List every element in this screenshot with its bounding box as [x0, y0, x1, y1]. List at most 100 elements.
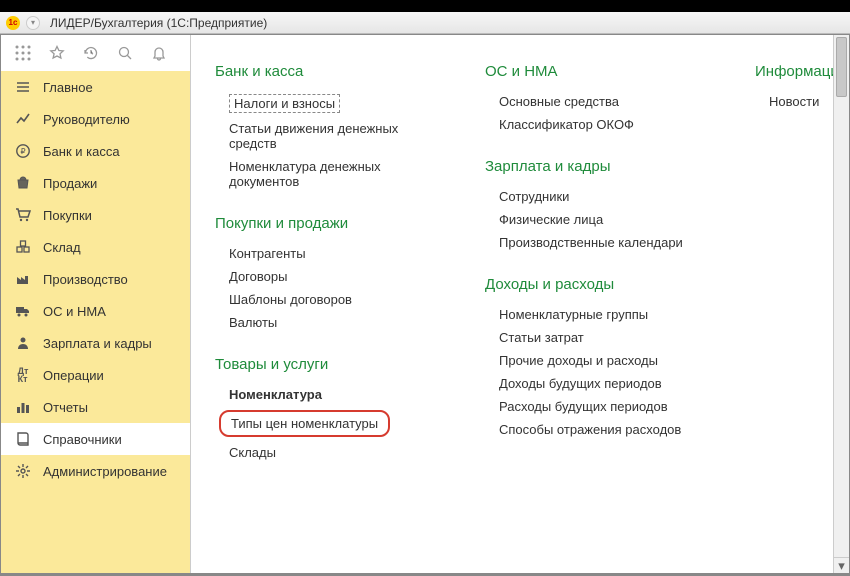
link-list: Номенклатурные группы Статьи затрат Проч…: [485, 303, 715, 441]
sidebar-item-purchases[interactable]: Покупки: [1, 199, 190, 231]
link-warehouses[interactable]: Склады: [229, 441, 445, 464]
link-contract-templates[interactable]: Шаблоны договоров: [229, 288, 445, 311]
link-nomenclature[interactable]: Номенклатура: [229, 383, 445, 406]
search-icon[interactable]: [117, 45, 133, 61]
sidebar-item-admin[interactable]: Администрирование: [1, 455, 190, 487]
main-content: Банк и касса Налоги и взносы Статьи движ…: [191, 35, 833, 573]
menu-icon: [15, 79, 31, 95]
window-titlebar: 1c ▾ ЛИДЕР/Бухгалтерия (1С:Предприятие): [0, 12, 850, 34]
link-taxes[interactable]: Налоги и взносы: [229, 90, 445, 117]
link-list: Налоги и взносы Статьи движения денежных…: [215, 90, 445, 193]
star-icon[interactable]: [49, 45, 65, 61]
nav-list: Главное Руководителю ₽ Банк и касса Прод…: [1, 71, 190, 573]
book-icon: [15, 431, 31, 447]
column-1: Банк и касса Налоги и взносы Статьи движ…: [215, 59, 445, 549]
scrollbar-arrow-down-icon[interactable]: ▾: [834, 557, 849, 573]
link-individuals[interactable]: Физические лица: [499, 208, 715, 231]
sidebar-item-operations[interactable]: ДтКт Операции: [1, 359, 190, 391]
link-deferred-income[interactable]: Доходы будущих периодов: [499, 372, 715, 395]
sidebar-item-warehouse[interactable]: Склад: [1, 231, 190, 263]
link-cash-doc-nomenclature[interactable]: Номенклатура денежных документов: [229, 155, 445, 193]
link-price-types[interactable]: Типы цен номенклатуры: [229, 406, 445, 441]
section-title-info: Информация: [755, 63, 833, 80]
sidebar-item-label: Продажи: [43, 176, 97, 191]
link-list: Основные средства Классификатор ОКОФ: [485, 90, 715, 136]
section-title-goods: Товары и услуги: [215, 356, 445, 373]
link-currencies[interactable]: Валюты: [229, 311, 445, 334]
link-contracts[interactable]: Договоры: [229, 265, 445, 288]
link-deferred-expense[interactable]: Расходы будущих периодов: [499, 395, 715, 418]
section-title-purchase-sales: Покупки и продажи: [215, 215, 445, 232]
link-list: Новости: [755, 90, 833, 113]
bars-icon: [15, 399, 31, 415]
sidebar-item-sales[interactable]: Продажи: [1, 167, 190, 199]
link-list: Сотрудники Физические лица Производствен…: [485, 185, 715, 254]
link-nomenclature-groups[interactable]: Номенклатурные группы: [499, 303, 715, 326]
window-title: ЛИДЕР/Бухгалтерия (1С:Предприятие): [50, 16, 267, 30]
link-other-income-expense[interactable]: Прочие доходы и расходы: [499, 349, 715, 372]
person-icon: [15, 335, 31, 351]
sidebar-item-label: Администрирование: [43, 464, 167, 479]
link-employees[interactable]: Сотрудники: [499, 185, 715, 208]
toolbar-top: [1, 35, 190, 71]
sidebar-item-salary[interactable]: Зарплата и кадры: [1, 327, 190, 359]
section-title-income-expense: Доходы и расходы: [485, 276, 715, 293]
truck-icon: [15, 303, 31, 319]
link-list: Контрагенты Договоры Шаблоны договоров В…: [215, 242, 445, 334]
bell-icon[interactable]: [151, 45, 167, 61]
link-expense-allocation[interactable]: Способы отражения расходов: [499, 418, 715, 441]
app-body: Главное Руководителю ₽ Банк и касса Прод…: [0, 34, 850, 574]
sidebar-item-reports[interactable]: Отчеты: [1, 391, 190, 423]
boxes-icon: [15, 239, 31, 255]
factory-icon: [15, 271, 31, 287]
history-icon[interactable]: [83, 45, 99, 61]
sidebar-item-directories[interactable]: Справочники: [1, 423, 190, 455]
browser-topbar: [0, 0, 850, 12]
bag-icon: [15, 175, 31, 191]
sidebar-item-label: Операции: [43, 368, 104, 383]
link-label: Типы цен номенклатуры: [231, 416, 378, 431]
scrollbar-thumb[interactable]: [836, 37, 847, 97]
section-title-salary: Зарплата и кадры: [485, 158, 715, 175]
link-okof[interactable]: Классификатор ОКОФ: [499, 113, 715, 136]
debit-credit-icon: ДтКт: [15, 367, 31, 383]
sidebar-item-assets[interactable]: ОС и НМА: [1, 295, 190, 327]
logo-1c-icon: 1c: [6, 16, 20, 30]
sidebar-item-manager[interactable]: Руководителю: [1, 103, 190, 135]
sidebar-item-main[interactable]: Главное: [1, 71, 190, 103]
sidebar-item-label: ОС и НМА: [43, 304, 106, 319]
sidebar-item-label: Отчеты: [43, 400, 88, 415]
sidebar-item-label: Зарплата и кадры: [43, 336, 152, 351]
scrollbar-vertical[interactable]: ▾: [833, 35, 849, 573]
section-title-bank: Банк и касса: [215, 63, 445, 80]
column-2: ОС и НМА Основные средства Классификатор…: [485, 59, 715, 549]
sidebar-item-label: Руководителю: [43, 112, 130, 127]
highlight-box: Типы цен номенклатуры: [219, 410, 390, 437]
cart-icon: [15, 207, 31, 223]
sidebar-item-production[interactable]: Производство: [1, 263, 190, 295]
link-calendars[interactable]: Производственные календари: [499, 231, 715, 254]
sidebar: Главное Руководителю ₽ Банк и касса Прод…: [1, 35, 191, 573]
column-3: Информация Новости: [755, 59, 833, 549]
chart-up-icon: [15, 111, 31, 127]
sidebar-item-label: Покупки: [43, 208, 92, 223]
link-label: Налоги и взносы: [229, 94, 340, 113]
sidebar-item-label: Справочники: [43, 432, 122, 447]
ruble-icon: ₽: [15, 143, 31, 159]
link-label: Номенклатура: [229, 387, 322, 402]
link-news[interactable]: Новости: [769, 90, 833, 113]
link-cashflow-articles[interactable]: Статьи движения денежных средств: [229, 117, 445, 155]
link-list: Номенклатура Типы цен номенклатуры Склад…: [215, 383, 445, 464]
sidebar-item-bank[interactable]: ₽ Банк и касса: [1, 135, 190, 167]
svg-text:₽: ₽: [20, 147, 25, 156]
titlebar-dropdown-icon[interactable]: ▾: [26, 16, 40, 30]
gear-icon: [15, 463, 31, 479]
apps-icon[interactable]: [15, 45, 31, 61]
sidebar-item-label: Производство: [43, 272, 128, 287]
link-contractors[interactable]: Контрагенты: [229, 242, 445, 265]
sidebar-item-label: Склад: [43, 240, 81, 255]
sidebar-item-label: Главное: [43, 80, 93, 95]
sidebar-item-label: Банк и касса: [43, 144, 120, 159]
link-fixed-assets[interactable]: Основные средства: [499, 90, 715, 113]
link-cost-items[interactable]: Статьи затрат: [499, 326, 715, 349]
